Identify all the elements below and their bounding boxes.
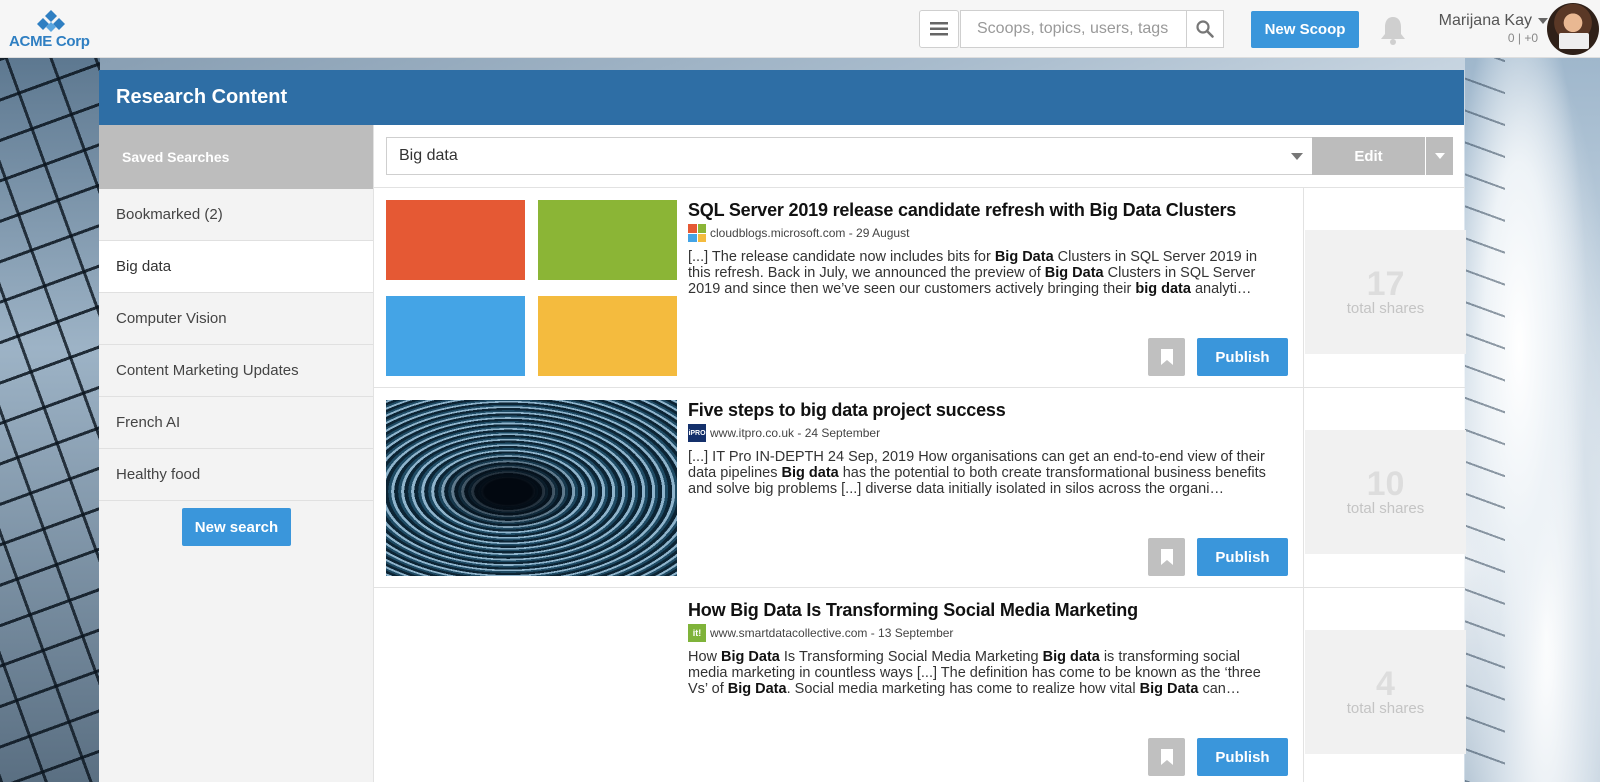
chevron-down-icon (1538, 17, 1548, 24)
top-navigation-bar: ACME Corp Scoops, topics, users, tags Ne… (0, 0, 1600, 58)
saved-searches-sidebar: Saved Searches Bookmarked (2) Big data C… (99, 125, 373, 782)
microsoft-icon (688, 224, 706, 242)
shares-box: 17 total shares (1305, 230, 1466, 354)
shares-count: 10 (1366, 464, 1405, 503)
article-source: it! www.smartdatacollective.com - 13 Sep… (688, 624, 953, 642)
menu-button[interactable] (919, 10, 959, 48)
article-source: cloudblogs.microsoft.com - 29 August (688, 224, 909, 242)
background-sky-image (1465, 58, 1600, 782)
shares-column: 10 total shares (1303, 388, 1466, 588)
ms-logo-blue-tile (386, 296, 525, 376)
publish-button[interactable]: Publish (1197, 538, 1288, 576)
publish-button[interactable]: Publish (1197, 338, 1288, 376)
shares-count: 17 (1366, 264, 1405, 303)
article-thumbnail-binary-tunnel[interactable] (386, 400, 677, 576)
shares-column: 17 total shares (1303, 188, 1466, 388)
acme-logo[interactable]: ACME Corp (9, 10, 90, 50)
sidebar-item-computer-vision[interactable]: Computer Vision (99, 293, 373, 345)
edit-button[interactable]: Edit (1312, 137, 1425, 175)
shares-label: total shares (1346, 699, 1425, 717)
ms-logo-yellow-tile (538, 296, 677, 376)
article-excerpt: [...] IT Pro IN-DEPTH 24 Sep, 2019 How o… (688, 449, 1266, 497)
logo-diamond-icon (37, 10, 65, 32)
bookmark-icon (1160, 749, 1173, 765)
bookmark-icon (1160, 549, 1173, 565)
chevron-down-icon (1291, 153, 1303, 160)
logo-text: ACME Corp (9, 33, 90, 50)
new-scoop-button[interactable]: New Scoop (1251, 11, 1359, 48)
search-icon (1196, 20, 1214, 38)
sidebar-item-bookmarked[interactable]: Bookmarked (2) (99, 189, 373, 241)
sdc-icon: it! (688, 624, 706, 642)
article-source-text: cloudblogs.microsoft.com - 29 August (710, 226, 910, 240)
article-source: iPRO www.itpro.co.uk - 24 September (688, 424, 880, 442)
article-list: SQL Server 2019 release candidate refres… (374, 187, 1466, 782)
shares-column: 4 total shares (1303, 588, 1466, 782)
article-card: Five steps to big data project success i… (374, 387, 1466, 588)
avatar[interactable] (1547, 3, 1599, 55)
sidebar-item-content-marketing-updates[interactable]: Content Marketing Updates (99, 345, 373, 397)
bookmark-button[interactable] (1148, 538, 1185, 576)
saved-search-select[interactable]: Big data (386, 137, 1314, 175)
bookmark-icon (1160, 349, 1173, 365)
binary-tunnel-image (386, 400, 677, 576)
article-source-text: www.smartdatacollective.com - 13 Septemb… (710, 626, 954, 640)
article-title[interactable]: Five steps to big data project success (688, 400, 1288, 421)
shares-label: total shares (1346, 499, 1425, 517)
user-name-label: Marijana Kay (1438, 12, 1532, 29)
saved-searches-heading: Saved Searches (99, 125, 373, 189)
bell-icon (1381, 17, 1405, 45)
article-title[interactable]: SQL Server 2019 release candidate refres… (688, 200, 1288, 221)
shares-count: 4 (1376, 664, 1395, 703)
research-content-area: Big data Edit SQL Server 2019 release ca… (373, 125, 1466, 782)
notifications-bell-button[interactable] (1379, 15, 1407, 45)
sidebar-item-big-data[interactable]: Big data (99, 241, 373, 293)
bookmark-button[interactable] (1148, 338, 1185, 376)
sidebar-item-french-ai[interactable]: French AI (99, 397, 373, 449)
itpro-icon: iPRO (688, 424, 706, 442)
sidebar-item-healthy-food[interactable]: Healthy food (99, 449, 373, 501)
ms-logo-red-tile (386, 200, 525, 280)
user-menu[interactable]: Marijana Kay (1428, 12, 1548, 30)
article-source-text: www.itpro.co.uk - 24 September (710, 426, 881, 440)
article-excerpt: [...] The release candidate now includes… (688, 249, 1258, 297)
shares-label: total shares (1346, 299, 1425, 317)
bookmark-button[interactable] (1148, 738, 1185, 776)
hamburger-icon (930, 22, 948, 36)
search-input[interactable]: Scoops, topics, users, tags (960, 10, 1187, 48)
article-excerpt: How Big Data Is Transforming Social Medi… (688, 649, 1261, 697)
edit-dropdown-button[interactable] (1426, 137, 1453, 175)
article-card: How Big Data Is Transforming Social Medi… (374, 587, 1466, 782)
chevron-down-icon (1434, 153, 1445, 159)
article-title[interactable]: How Big Data Is Transforming Social Medi… (688, 600, 1288, 621)
shares-box: 4 total shares (1305, 630, 1466, 754)
background-building-image (0, 58, 100, 782)
saved-search-select-value: Big data (399, 147, 458, 164)
page-title: Research Content (99, 70, 1464, 125)
user-score: 0 | +0 (1507, 31, 1538, 45)
publish-button[interactable]: Publish (1197, 738, 1288, 776)
new-search-button[interactable]: New search (182, 508, 291, 546)
shares-box: 10 total shares (1305, 430, 1466, 554)
search-button[interactable] (1186, 10, 1224, 48)
article-thumbnail-microsoft-logo[interactable] (386, 200, 677, 376)
ms-logo-green-tile (538, 200, 677, 280)
article-card: SQL Server 2019 release candidate refres… (374, 187, 1466, 388)
